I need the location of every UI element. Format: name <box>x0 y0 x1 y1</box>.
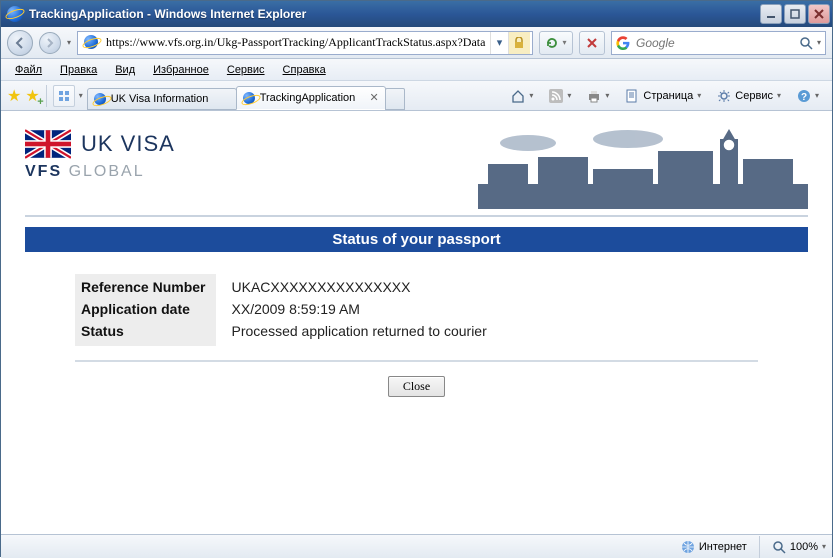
uk-flag-icon <box>25 129 71 159</box>
minimize-button[interactable] <box>760 4 782 24</box>
tools-menu-label: Сервис <box>735 90 773 102</box>
home-button[interactable]: ▾ <box>504 84 540 108</box>
zoom-dropdown[interactable]: ▾ <box>822 542 826 551</box>
brand-subtitle: VFS GLOBAL <box>25 163 175 181</box>
quick-tabs-button[interactable] <box>53 85 75 107</box>
branding-header: UK VISA VFS GLOBAL <box>25 129 808 209</box>
help-button[interactable]: ?▾ <box>790 84 826 108</box>
value-appdate: XX/2009 8:59:19 AM <box>232 298 487 320</box>
page-favicon-icon <box>84 35 100 51</box>
stop-button[interactable] <box>579 31 605 55</box>
label-appdate: Application date <box>81 298 206 320</box>
window-title: TrackingApplication - Windows Internet E… <box>29 7 306 21</box>
new-tab-button[interactable] <box>385 88 405 110</box>
menu-help[interactable]: Справка <box>275 62 334 78</box>
window-titlebar: TrackingApplication - Windows Internet E… <box>1 1 832 27</box>
help-icon: ? <box>797 89 811 103</box>
back-button[interactable] <box>7 30 33 56</box>
lock-icon <box>508 32 530 54</box>
tab-label: UK Visa Information <box>111 93 209 105</box>
city-skyline-image <box>478 129 808 209</box>
url-input[interactable] <box>104 33 490 53</box>
divider <box>75 360 758 362</box>
forward-button[interactable] <box>39 32 61 54</box>
page-menu-label: Страница <box>643 90 693 102</box>
favorites-star-icon[interactable]: ★ <box>7 86 21 106</box>
close-window-button[interactable] <box>808 4 830 24</box>
search-input[interactable] <box>634 33 795 53</box>
navigation-bar: ▾ ▾ ▾ ▾ <box>1 27 832 59</box>
label-status: Status <box>81 320 206 342</box>
tab-label: TrackingApplication <box>260 92 356 104</box>
print-button[interactable]: ▾ <box>580 84 616 108</box>
search-dropdown[interactable]: ▾ <box>817 38 821 47</box>
ie-logo-icon <box>7 6 23 22</box>
separator <box>46 85 47 107</box>
menu-bar: Файл Правка Вид Избранное Сервис Справка <box>1 59 832 81</box>
command-bar: ★ ★+ ▾ UK Visa Information TrackingAppli… <box>1 81 832 111</box>
status-bar: Интернет 100% ▾ <box>1 534 832 558</box>
tab-tracking-application[interactable]: TrackingApplication ✕ <box>236 86 386 110</box>
separator <box>759 536 760 558</box>
divider <box>25 215 808 217</box>
search-go-icon[interactable] <box>799 36 813 50</box>
search-box[interactable]: ▾ <box>611 31 826 55</box>
status-table: Reference Number Application date Status… <box>75 274 758 346</box>
svg-text:?: ? <box>801 92 807 103</box>
address-dropdown[interactable]: ▾ <box>490 32 508 54</box>
rss-icon <box>549 89 563 103</box>
tab-uk-visa-info[interactable]: UK Visa Information <box>87 88 237 110</box>
quick-tabs-dropdown[interactable]: ▾ <box>79 91 83 100</box>
zoom-value: 100% <box>790 541 818 553</box>
page-icon <box>625 89 639 103</box>
nav-history-dropdown[interactable]: ▾ <box>67 38 71 47</box>
value-reference: UKACXXXXXXXXXXXXXXX <box>232 276 487 298</box>
google-icon <box>616 36 630 50</box>
home-icon <box>511 89 525 103</box>
globe-icon <box>681 540 695 554</box>
menu-edit[interactable]: Правка <box>52 62 105 78</box>
tab-favicon-icon <box>94 93 106 105</box>
tab-close-icon[interactable]: ✕ <box>369 91 378 104</box>
security-zone[interactable]: Интернет <box>681 540 747 554</box>
tab-strip: UK Visa Information TrackingApplication … <box>87 82 501 110</box>
tools-menu-button[interactable]: Сервис▾ <box>710 84 788 108</box>
status-banner: Status of your passport <box>25 227 808 252</box>
menu-tools[interactable]: Сервис <box>219 62 273 78</box>
print-icon <box>587 89 601 103</box>
feeds-button[interactable]: ▾ <box>542 84 578 108</box>
menu-file[interactable]: Файл <box>7 62 50 78</box>
zone-label: Интернет <box>699 541 747 553</box>
brand-title: UK VISA <box>81 131 175 157</box>
page-menu-button[interactable]: Страница▾ <box>618 84 708 108</box>
tab-favicon-icon <box>243 92 255 104</box>
page-viewport: UK VISA VFS GLOBAL <box>1 111 832 534</box>
address-bar[interactable]: ▾ <box>77 31 533 55</box>
refresh-button[interactable]: ▾ <box>539 31 573 55</box>
close-button[interactable]: Close <box>388 376 445 397</box>
gear-icon <box>717 89 731 103</box>
menu-view[interactable]: Вид <box>107 62 143 78</box>
zoom-icon <box>772 540 786 554</box>
menu-favorites[interactable]: Избранное <box>145 62 217 78</box>
maximize-button[interactable] <box>784 4 806 24</box>
zoom-control[interactable]: 100% ▾ <box>772 540 826 554</box>
add-favorite-icon[interactable]: ★+ <box>25 86 39 106</box>
label-reference: Reference Number <box>81 276 206 298</box>
value-status: Processed application returned to courie… <box>232 320 487 342</box>
